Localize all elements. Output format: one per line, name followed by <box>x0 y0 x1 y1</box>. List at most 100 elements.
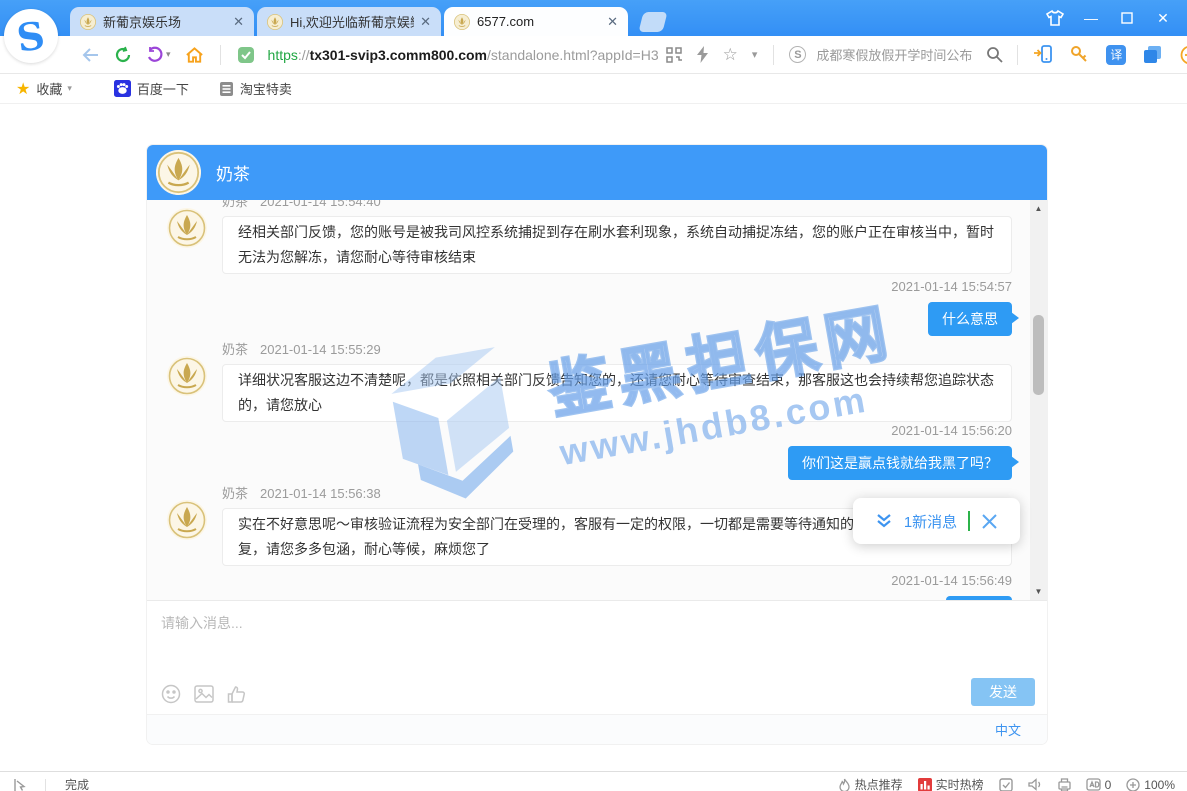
favorites-star-icon: ★ <box>16 79 30 99</box>
user-message: 2021-01-14 15:54:57 什么意思 <box>891 278 1012 336</box>
favorites-menu[interactable]: ★ 收藏 ▾ <box>16 79 72 99</box>
agent-avatar <box>167 500 207 540</box>
address-toolbar: ▾ https://tx301-svip3.comm800.com/standa… <box>0 36 1187 74</box>
chat-footer: 中文 <box>147 714 1047 744</box>
tab-close-icon[interactable]: ✕ <box>607 14 618 30</box>
message-time: 2021-01-14 15:56:49 <box>891 572 1012 590</box>
browser-title-bar: 新葡京娱乐场 ✕ Hi,欢迎光临新葡京娱樂場 ✕ 6577.com ✕ — ✕ <box>0 0 1187 36</box>
tab-label: 新葡京娱乐场 <box>103 12 227 31</box>
bookmark-baidu[interactable]: 百度一下 <box>114 79 189 98</box>
message-time: 2021-01-14 15:56:38 <box>260 486 381 501</box>
search-magnifier-icon[interactable] <box>986 46 1003 63</box>
message-input[interactable] <box>147 601 1047 661</box>
url-display[interactable]: https://tx301-svip3.comm800.com/standalo… <box>268 47 659 63</box>
bookmark-taobao[interactable]: 淘宝特卖 <box>219 79 292 98</box>
tab-strip: 新葡京娱乐场 ✕ Hi,欢迎光临新葡京娱樂場 ✕ 6577.com ✕ <box>70 7 665 36</box>
sogou-search-icon: S <box>789 46 806 63</box>
search-suggestion-text[interactable]: 成都寒假放假开学时间公布 <box>816 45 972 64</box>
menu-more-icon[interactable] <box>1180 45 1187 65</box>
message-time: 2021-01-14 15:56:20 <box>788 422 1012 440</box>
search-box[interactable]: S 成都寒假放假开学时间公布 <box>789 45 1003 64</box>
url-protocol: https <box>268 47 298 63</box>
undo-caret-icon[interactable]: ▾ <box>166 49 171 60</box>
rank-chart-icon <box>918 778 932 791</box>
realtime-rank-button[interactable]: 实时热榜 <box>918 776 984 791</box>
image-upload-icon[interactable] <box>194 685 214 703</box>
browser-logo[interactable]: S <box>4 9 58 63</box>
message-time: 2021-01-14 15:55:29 <box>260 342 381 357</box>
tab-close-icon[interactable]: ✕ <box>420 14 431 30</box>
bookmark-label: 淘宝特卖 <box>240 79 292 98</box>
scroll-up-icon[interactable]: ▲ <box>1030 204 1047 213</box>
window-controls: — ✕ <box>1037 0 1181 36</box>
emoji-icon[interactable] <box>161 684 181 704</box>
refresh-button[interactable] <box>114 46 132 64</box>
flame-icon <box>838 778 851 791</box>
message-bubble: 你们这是赢点钱就给我黑了吗？ <box>788 446 1012 480</box>
maximize-button[interactable] <box>1109 0 1145 36</box>
collections-icon[interactable] <box>1143 45 1163 64</box>
favorites-label: 收藏 <box>36 79 62 98</box>
popup-divider <box>968 511 970 531</box>
security-shield-icon[interactable] <box>237 46 255 64</box>
ad-filter-counter[interactable]: 0 <box>1086 778 1112 791</box>
popup-close-icon[interactable] <box>981 513 998 530</box>
scrollbar-thumb[interactable] <box>1033 315 1044 395</box>
scroll-down-icon[interactable]: ▼ <box>1030 587 1047 596</box>
url-domain: tx301-svip3.comm800.com <box>310 47 487 63</box>
pointer-select-icon[interactable] <box>12 778 26 791</box>
message-bubble: 经相关部门反馈，您的账号是被我司风控系统捕捉到存在刷水套利现象，系统自动捕捉冻结… <box>222 216 1012 274</box>
agent-name: 奶茶 <box>216 160 250 185</box>
minimize-button[interactable]: — <box>1073 0 1109 36</box>
qr-code-icon[interactable] <box>666 47 682 63</box>
back-button[interactable] <box>81 47 100 63</box>
tab-close-icon[interactable]: ✕ <box>233 14 244 30</box>
bookmark-star-icon[interactable]: ☆ <box>723 45 738 65</box>
toolbar-divider <box>220 45 221 65</box>
translate-icon[interactable]: 译 <box>1106 45 1126 65</box>
message-sender: 奶茶 <box>222 486 248 501</box>
thumbs-up-icon[interactable] <box>227 685 246 704</box>
speaker-icon <box>1028 778 1043 791</box>
hot-recommend-button[interactable]: 热点推荐 <box>838 776 903 791</box>
new-message-popup[interactable]: 1新消息 <box>853 498 1020 544</box>
url-path: /standalone.html?appId=H3 <box>487 47 659 63</box>
message-bubble: 什么意思 <box>928 302 1012 336</box>
favorites-caret-icon: ▾ <box>67 83 72 94</box>
zoom-plus-icon <box>1126 778 1140 791</box>
chat-composer: 发送 <box>147 600 1047 714</box>
casino-favicon-icon <box>267 14 283 30</box>
lightning-speed-icon[interactable] <box>696 46 709 63</box>
agent-avatar <box>167 208 207 248</box>
page-check-button[interactable] <box>999 778 1013 791</box>
bookmark-label: 百度一下 <box>137 79 189 98</box>
close-button[interactable]: ✕ <box>1145 0 1181 36</box>
agent-message: 奶茶2021-01-14 15:54:40 经相关部门反馈，您的账号是被我司风控… <box>222 200 1012 274</box>
double-chevron-down-icon <box>875 512 893 530</box>
url-dropdown-caret-icon[interactable]: ▾ <box>752 48 758 61</box>
home-button[interactable] <box>185 46 204 64</box>
chat-scrollbar[interactable]: ▲ ▼ <box>1030 200 1047 600</box>
message-bubble: 详细状况客服这边不清楚呢，都是依照相关部门反馈告知您的，还请您耐心等待审查结束，… <box>222 364 1012 422</box>
printer-icon <box>1058 778 1071 791</box>
zoom-control[interactable]: 100% <box>1126 778 1175 791</box>
toolbar-divider <box>773 45 774 65</box>
agent-avatar <box>156 150 201 195</box>
url-separator: :// <box>298 47 310 63</box>
send-button[interactable]: 发送 <box>971 678 1035 706</box>
message-sender: 奶茶 <box>222 200 248 209</box>
agent-avatar <box>167 356 207 396</box>
print-button[interactable] <box>1058 778 1071 791</box>
language-switch[interactable]: 中文 <box>995 720 1021 739</box>
browser-status-bar: 完成 热点推荐 实时热榜 0 100% <box>0 771 1187 791</box>
send-to-phone-icon[interactable] <box>1033 45 1053 64</box>
tab-welcome[interactable]: Hi,欢迎光临新葡京娱樂場 ✕ <box>257 7 441 36</box>
tab-xinpujing[interactable]: 新葡京娱乐场 ✕ <box>70 7 254 36</box>
document-icon <box>219 81 234 97</box>
new-tab-button[interactable] <box>639 12 668 32</box>
mute-button[interactable] <box>1028 778 1043 791</box>
theme-skin-icon[interactable] <box>1037 0 1073 36</box>
undo-button[interactable]: ▾ <box>146 46 171 64</box>
password-key-icon[interactable] <box>1070 45 1089 64</box>
tab-6577-active[interactable]: 6577.com ✕ <box>444 7 628 36</box>
